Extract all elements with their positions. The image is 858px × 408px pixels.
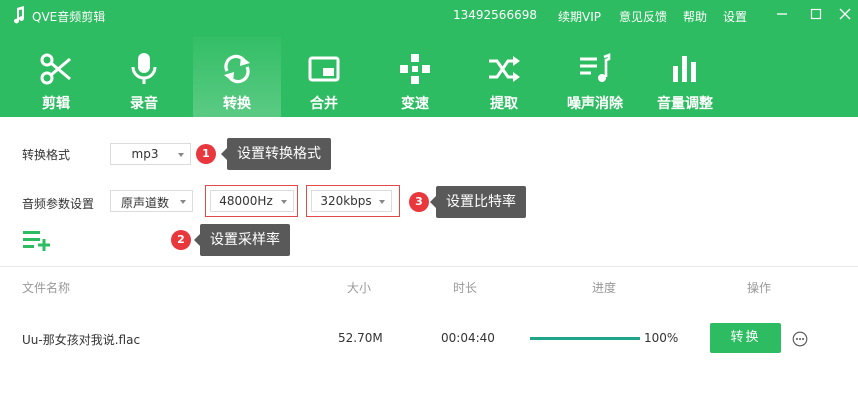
settings-link[interactable]: 设置 [723, 8, 747, 25]
step-badge-1: 1 [196, 144, 216, 164]
add-files-icon[interactable] [22, 229, 52, 251]
merge-icon [308, 56, 340, 82]
maximize-icon[interactable] [805, 4, 827, 24]
chevron-down-icon [178, 153, 184, 157]
tab-label: 录音 [130, 96, 158, 112]
tab-label: 转换 [223, 96, 251, 112]
table-divider [0, 266, 858, 267]
progress-bar-fill [530, 337, 640, 340]
tab-label: 音量调整 [657, 96, 713, 112]
tab-clip[interactable]: 剪辑 [12, 37, 100, 117]
chevron-down-icon [281, 200, 287, 204]
bitrate-select-value: 320kbps [320, 194, 372, 208]
column-header-duration: 时长 [453, 281, 478, 295]
close-icon[interactable] [834, 4, 856, 24]
tab-label: 剪辑 [42, 96, 70, 112]
file-duration: 00:04:40 [441, 331, 495, 345]
minimize-icon[interactable] [771, 4, 793, 24]
tooltip-bitrate: 设置比特率 [430, 186, 526, 218]
help-link[interactable]: 帮助 [683, 8, 707, 25]
audio-params-label: 音频参数设置 [22, 197, 95, 211]
channels-select[interactable]: 原声道数 [110, 190, 193, 212]
tab-convert[interactable]: 转换 [193, 37, 281, 117]
tooltip-format: 设置转换格式 [221, 138, 331, 170]
column-header-size: 大小 [347, 281, 372, 295]
format-select[interactable]: mp3 [110, 143, 191, 165]
convert-icon [224, 54, 250, 84]
title-bar: QVE音频剪辑 13492566698 续期VIP 意见反馈 帮助 设置 [0, 0, 858, 30]
progress-bar [530, 337, 640, 340]
tab-speed[interactable]: 变速 [371, 37, 459, 117]
tab-noise-removal[interactable]: 噪声消除 [551, 37, 639, 117]
sample-rate-select-value: 48000Hz [219, 194, 273, 208]
account-phone: 13492566698 [453, 8, 537, 22]
noise-removal-icon [580, 53, 611, 82]
more-options-icon[interactable] [792, 331, 808, 347]
progress-text: 100% [644, 331, 679, 345]
music-note-icon [14, 6, 25, 24]
column-header-action: 操作 [747, 281, 772, 295]
convert-button[interactable]: 转换 [710, 323, 781, 353]
format-select-value: mp3 [131, 147, 159, 161]
sample-rate-select[interactable]: 48000Hz [210, 190, 294, 212]
tab-extract[interactable]: 提取 [460, 37, 548, 117]
column-header-progress: 进度 [592, 281, 617, 295]
tab-volume-adjust[interactable]: 音量调整 [641, 37, 729, 117]
microphone-icon [131, 53, 157, 84]
step-badge-3: 3 [409, 192, 429, 212]
app-title: QVE音频剪辑 [32, 10, 106, 24]
app-header: QVE音频剪辑 13492566698 续期VIP 意见反馈 帮助 设置 剪辑 [0, 0, 858, 117]
file-name: Uu-那女孩对我说.flac [22, 333, 141, 347]
extract-icon [489, 56, 520, 82]
channels-select-value: 原声道数 [120, 196, 169, 210]
tooltip-text: 设置采样率 [210, 232, 280, 248]
tab-merge[interactable]: 合并 [280, 37, 368, 117]
column-header-name: 文件名称 [22, 281, 71, 295]
renew-vip-link[interactable]: 续期VIP [558, 8, 601, 25]
tooltip-text: 设置比特率 [446, 194, 516, 210]
volume-bars-icon [673, 56, 696, 82]
tab-record[interactable]: 录音 [100, 37, 188, 117]
scissors-icon [40, 53, 71, 85]
chevron-down-icon [180, 200, 186, 204]
step-badge-2: 2 [171, 230, 191, 250]
tab-label: 合并 [310, 96, 338, 112]
speed-icon [400, 54, 430, 84]
tab-label: 变速 [401, 96, 429, 112]
tab-label: 噪声消除 [567, 96, 623, 112]
tooltip-text: 设置转换格式 [237, 146, 321, 162]
file-size: 52.70M [338, 331, 383, 345]
format-label: 转换格式 [22, 148, 71, 162]
chevron-down-icon [379, 200, 385, 204]
bitrate-select[interactable]: 320kbps [311, 190, 392, 212]
tab-label: 提取 [490, 96, 518, 112]
feedback-link[interactable]: 意见反馈 [619, 8, 667, 25]
tooltip-sample-rate: 设置采样率 [194, 224, 290, 256]
